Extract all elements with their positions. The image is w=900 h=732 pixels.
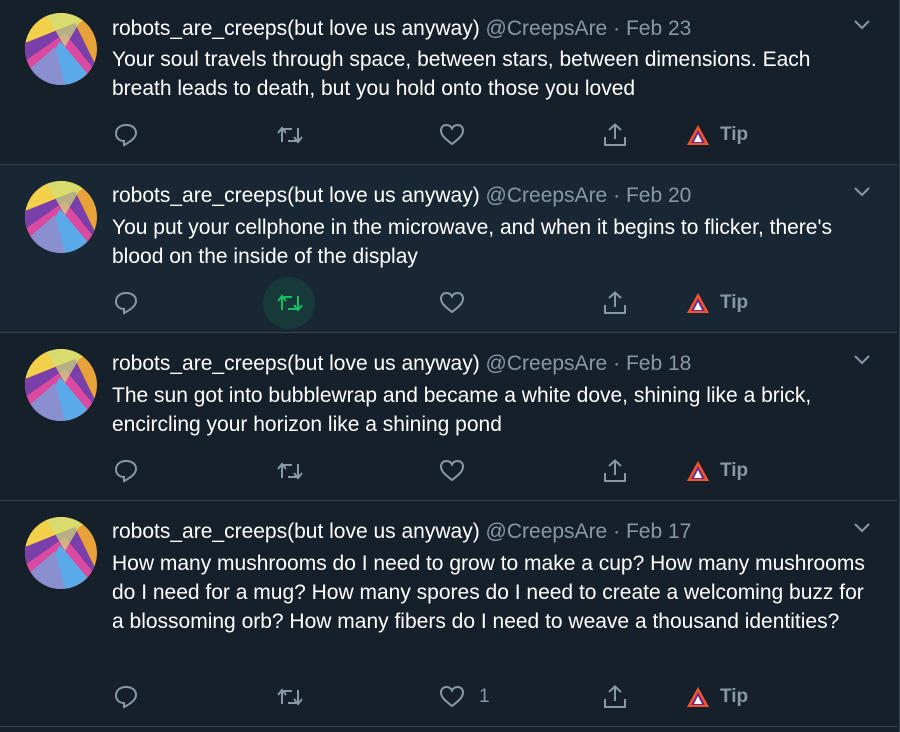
share-button[interactable] (602, 677, 628, 717)
avatar[interactable] (25, 349, 97, 421)
reply-button[interactable] (113, 283, 139, 323)
heart-icon (439, 459, 465, 482)
brave-tip-icon (687, 461, 709, 481)
brave-tip-icon (687, 687, 709, 707)
tweet-header: robots_are_creeps(but love us anyway) @C… (112, 16, 691, 42)
tweet-actions: Tip (0, 277, 897, 329)
tweet-date[interactable]: Feb 23 (626, 17, 691, 40)
tweet[interactable]: robots_are_creeps(but love us anyway) @C… (0, 0, 897, 165)
avatar[interactable] (25, 181, 97, 253)
retweet-icon (277, 688, 303, 706)
avatar[interactable] (25, 13, 97, 85)
like-button[interactable]: 1 (439, 677, 490, 717)
share-icon (604, 685, 626, 708)
reply-button[interactable] (113, 677, 139, 717)
brave-tip-icon (687, 125, 709, 145)
like-button[interactable] (439, 115, 479, 155)
chevron-down-icon[interactable] (851, 14, 873, 36)
tweet-header: robots_are_creeps(but love us anyway) @C… (112, 351, 691, 377)
share-button[interactable] (602, 115, 628, 155)
author-handle[interactable]: @CreepsAre (486, 17, 608, 40)
tweet[interactable]: robots_are_creeps(but love us anyway) @C… (0, 501, 897, 727)
retweet-icon (277, 294, 303, 312)
share-button[interactable] (602, 451, 628, 491)
tip-button[interactable]: Tip (686, 283, 748, 323)
brave-tip-icon (687, 293, 709, 313)
chevron-down-icon[interactable] (851, 517, 873, 539)
chevron-down-icon[interactable] (851, 349, 873, 371)
tweet-date[interactable]: Feb 20 (626, 184, 691, 207)
tweet-actions: Tip (0, 451, 897, 491)
tweet-actions: Tip (0, 115, 897, 155)
tip-button[interactable]: Tip (686, 677, 748, 717)
retweet-icon (277, 462, 303, 480)
separator: · (613, 17, 621, 40)
retweet-button[interactable] (263, 277, 315, 329)
reply-icon (114, 685, 138, 709)
tweet[interactable]: robots_are_creeps(but love us anyway) @C… (0, 165, 897, 333)
tweet-text: How many mushrooms do I need to grow to … (112, 552, 865, 633)
share-icon (604, 123, 626, 146)
separator: · (613, 184, 621, 207)
author-handle[interactable]: @CreepsAre (486, 184, 608, 207)
tweet-feed: robots_are_creeps(but love us anyway) @C… (0, 0, 900, 732)
tweet-text: Your soul travels through space, between… (112, 48, 811, 100)
author-name[interactable]: robots_are_creeps(but love us anyway) (112, 520, 480, 543)
tip-label: Tip (720, 124, 749, 145)
share-icon (604, 459, 626, 482)
retweet-button[interactable] (276, 115, 304, 155)
tweet-actions: 1 Tip (0, 677, 897, 717)
heart-icon (439, 291, 465, 314)
heart-icon (439, 685, 465, 708)
like-button[interactable] (439, 283, 479, 323)
reply-button[interactable] (113, 115, 139, 155)
tweet-header: robots_are_creeps(but love us anyway) @C… (112, 183, 691, 209)
reply-icon (114, 459, 138, 483)
tweet[interactable]: robots_are_creeps(but love us anyway) @C… (0, 333, 897, 501)
tip-button[interactable]: Tip (686, 115, 748, 155)
tweet-date[interactable]: Feb 18 (626, 352, 691, 375)
reply-button[interactable] (113, 451, 139, 491)
author-name[interactable]: robots_are_creeps(but love us anyway) (112, 352, 480, 375)
separator: · (613, 520, 621, 543)
tip-label: Tip (720, 686, 749, 707)
like-button[interactable] (439, 451, 479, 491)
retweet-icon (277, 126, 303, 144)
heart-icon (439, 123, 465, 146)
share-button[interactable] (602, 283, 628, 323)
reply-icon (114, 291, 138, 315)
avatar[interactable] (25, 517, 97, 589)
reply-icon (114, 123, 138, 147)
tweet-text: The sun got into bubblewrap and became a… (112, 384, 812, 436)
tweet-date[interactable]: Feb 17 (626, 520, 691, 543)
share-icon (604, 291, 626, 314)
author-name[interactable]: robots_are_creeps(but love us anyway) (112, 17, 480, 40)
separator: · (613, 352, 621, 375)
like-count: 1 (479, 686, 490, 707)
tip-button[interactable]: Tip (686, 451, 748, 491)
tip-label: Tip (720, 292, 749, 313)
tweet-text: You put your cellphone in the microwave,… (112, 216, 832, 268)
tip-label: Tip (720, 460, 749, 481)
author-handle[interactable]: @CreepsAre (486, 520, 608, 543)
retweet-button[interactable] (276, 677, 304, 717)
tweet-header: robots_are_creeps(but love us anyway) @C… (112, 519, 691, 545)
chevron-down-icon[interactable] (851, 181, 873, 203)
retweet-button[interactable] (276, 451, 304, 491)
author-handle[interactable]: @CreepsAre (486, 352, 608, 375)
author-name[interactable]: robots_are_creeps(but love us anyway) (112, 184, 480, 207)
